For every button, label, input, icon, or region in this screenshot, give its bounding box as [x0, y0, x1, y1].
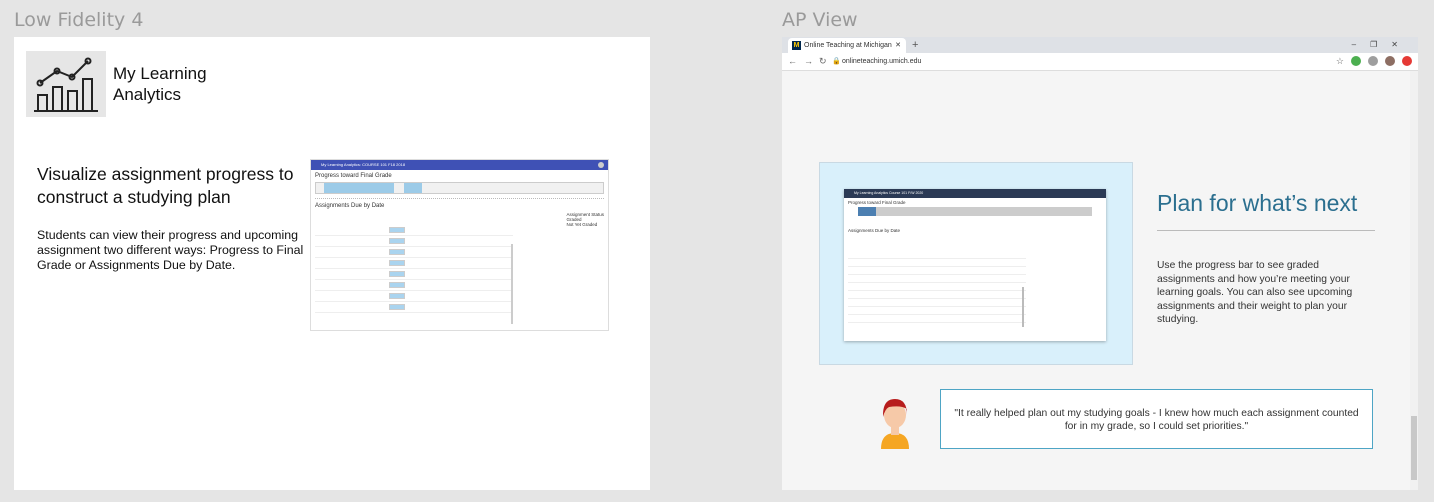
lock-icon: 🔒: [832, 58, 841, 65]
table-row: [315, 258, 513, 269]
scrollbar-thumb[interactable]: [1411, 416, 1417, 480]
avatar: [598, 162, 604, 168]
screenshot-scrollbar: [1022, 287, 1024, 327]
table-row: [848, 291, 1026, 299]
table-row: [848, 299, 1026, 307]
extension-icon[interactable]: [1368, 56, 1378, 66]
analytics-logo-icon: [26, 51, 106, 117]
screenshot-progress-title: Progress toward Final Grade: [848, 200, 906, 205]
reload-icon[interactable]: ↻: [819, 53, 827, 70]
student-avatar-icon: [877, 395, 913, 449]
table-row: [848, 307, 1026, 315]
description-text: Students can view their progress and upc…: [37, 228, 304, 272]
window-controls: –❐✕: [1352, 37, 1412, 53]
table-scrollbar[interactable]: [511, 244, 513, 324]
table-row: [315, 225, 513, 236]
back-icon[interactable]: ←: [788, 53, 797, 70]
extension-red-icon[interactable]: [1402, 56, 1412, 66]
url-text[interactable]: onlineteaching.umich.edu: [842, 53, 921, 70]
browser-tabstrip: M Online Teaching at Michigan ✕ + –❐✕: [782, 37, 1418, 53]
tab-title: Online Teaching at Michigan: [804, 42, 892, 49]
page-scrollbar[interactable]: [1410, 71, 1418, 490]
forward-icon[interactable]: →: [804, 53, 813, 70]
extension-icons: ☆: [1336, 56, 1412, 66]
close-tab-icon[interactable]: ✕: [895, 38, 901, 53]
table-row: [848, 259, 1026, 267]
dashboard-thumbnail: My Learning Analytics: COURSE 101 F18 20…: [310, 159, 609, 331]
progress-ticks: [315, 195, 604, 199]
table-row: [315, 302, 513, 313]
profile-avatar-icon[interactable]: [1385, 56, 1395, 66]
app-name-line1: My Learning: [113, 64, 207, 83]
table-row: [315, 291, 513, 302]
table-row: [848, 315, 1026, 323]
progress-title: Progress toward Final Grade: [315, 173, 392, 179]
dashboard-topbar: My Learning Analytics: COURSE 101 F18 20…: [311, 160, 608, 170]
low-fidelity-frame: My Learning Analytics Visualize assignme…: [14, 37, 650, 490]
table-row: [315, 269, 513, 280]
screenshot-topbar: My Learning Analytics Course 101 F/W 202…: [844, 189, 1106, 198]
table-row: [315, 247, 513, 258]
student-quote: "It really helped plan out my studying g…: [940, 389, 1373, 449]
dashboard-topbar-title: My Learning Analytics: COURSE 101 F18 20…: [321, 162, 406, 167]
section-heading: Plan for what’s next: [1157, 190, 1358, 216]
screenshot-progress-fill: [858, 207, 876, 216]
restore-icon[interactable]: ❐: [1370, 40, 1391, 49]
browser-tab[interactable]: M Online Teaching at Michigan ✕: [788, 38, 906, 53]
progress-fill: [324, 183, 394, 193]
table-row: [848, 275, 1026, 283]
table-row: [315, 280, 513, 291]
dashboard-screenshot-inner: My Learning Analytics Course 101 F/W 202…: [844, 189, 1106, 341]
bookmark-star-icon[interactable]: ☆: [1336, 56, 1344, 66]
heading-divider: [1157, 230, 1375, 231]
minimize-icon[interactable]: –: [1352, 40, 1370, 49]
status-legend-item: Not Yet Graded: [566, 222, 598, 227]
table-row: [848, 251, 1026, 259]
address-bar-row: ← → ↻ 🔒 onlineteaching.umich.edu ☆: [782, 53, 1418, 71]
screenshot-progress-bar: [858, 207, 1092, 216]
extension-check-icon[interactable]: [1351, 56, 1361, 66]
screenshot-due-title: Assignments Due by Date: [848, 228, 901, 233]
due-title: Assignments Due by Date: [315, 203, 385, 209]
progress-bar: [315, 182, 604, 194]
table-row: [848, 283, 1026, 291]
dashboard-screenshot: My Learning Analytics Course 101 F/W 202…: [819, 162, 1133, 365]
table-row: [315, 236, 513, 247]
frame-title-low-fidelity: Low Fidelity 4: [14, 9, 144, 31]
app-name-line2: Analytics: [113, 85, 182, 104]
ap-view-frame: M Online Teaching at Michigan ✕ + –❐✕ ← …: [782, 37, 1418, 490]
hero-heading: Visualize assignment progress to constru…: [37, 164, 294, 207]
status-legend: Assignment Status Graded Not Yet Graded: [566, 212, 604, 227]
table-row: [848, 267, 1026, 275]
close-window-icon[interactable]: ✕: [1391, 40, 1412, 49]
section-paragraph: Use the progress bar to see graded assig…: [1157, 260, 1353, 326]
new-tab-icon[interactable]: +: [912, 37, 918, 53]
michigan-favicon-icon: M: [792, 41, 801, 50]
frame-title-ap-view: AP View: [782, 9, 858, 31]
progress-fill-secondary: [404, 183, 422, 193]
app-name: My Learning Analytics: [113, 63, 207, 105]
